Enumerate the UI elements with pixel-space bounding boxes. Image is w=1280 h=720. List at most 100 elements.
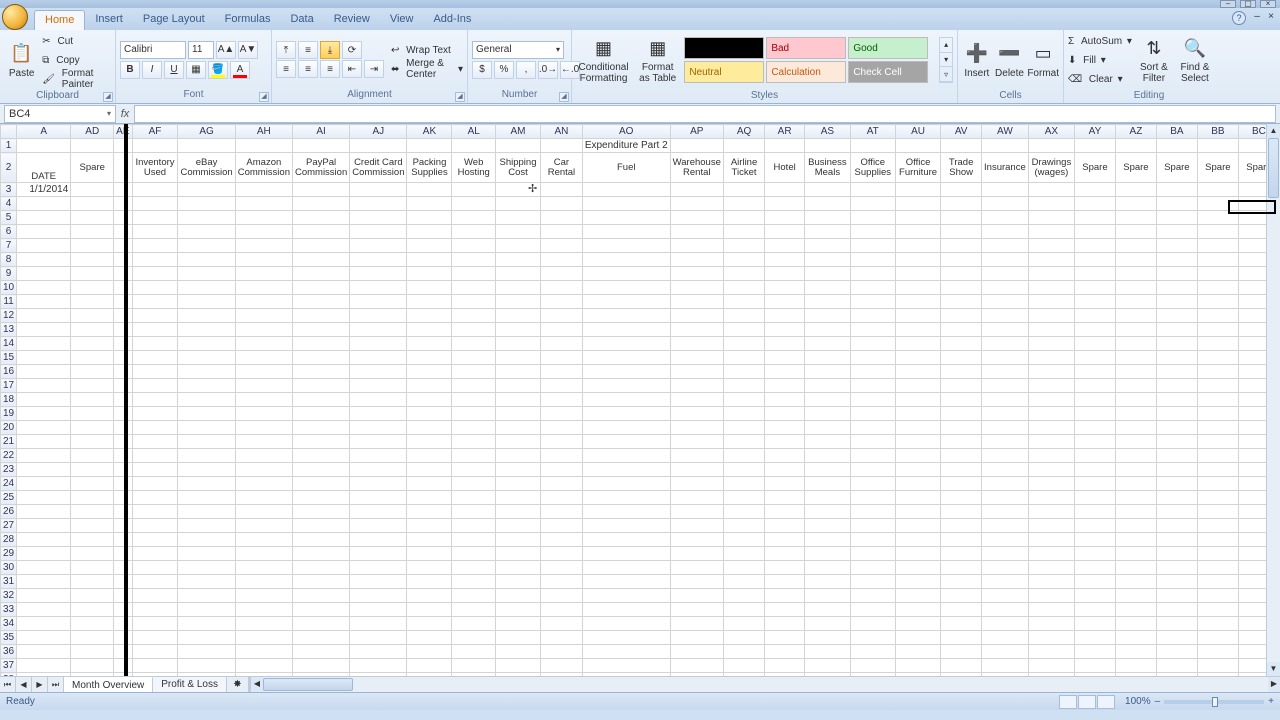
cell[interactable] <box>541 407 583 421</box>
cell[interactable] <box>895 365 941 379</box>
cell[interactable] <box>582 575 670 589</box>
cell[interactable] <box>765 449 805 463</box>
cell[interactable] <box>114 407 132 421</box>
row-header[interactable]: 37 <box>1 659 17 673</box>
row-header[interactable]: 36 <box>1 645 17 659</box>
cell[interactable] <box>114 645 132 659</box>
cell[interactable] <box>1156 183 1197 197</box>
cell[interactable] <box>850 533 895 547</box>
cell[interactable] <box>723 659 764 673</box>
cell[interactable] <box>235 519 292 533</box>
cell[interactable] <box>582 225 670 239</box>
cell[interactable] <box>1156 603 1197 617</box>
cell[interactable] <box>895 435 941 449</box>
cell[interactable] <box>1115 561 1156 575</box>
cell[interactable] <box>670 589 723 603</box>
cell[interactable] <box>17 673 71 677</box>
cell[interactable] <box>17 281 71 295</box>
zoom-out-button[interactable]: – <box>1155 696 1161 707</box>
cell[interactable] <box>1115 491 1156 505</box>
cell[interactable] <box>1197 449 1238 463</box>
cell[interactable] <box>71 351 114 365</box>
cell[interactable] <box>452 561 495 575</box>
cell[interactable] <box>850 659 895 673</box>
cell[interactable] <box>765 365 805 379</box>
cell[interactable] <box>1074 617 1115 631</box>
cell[interactable] <box>805 337 851 351</box>
cell[interactable] <box>292 617 349 631</box>
cell[interactable] <box>452 631 495 645</box>
cell[interactable] <box>407 281 452 295</box>
cell[interactable] <box>541 225 583 239</box>
cell[interactable]: Amazon Commission <box>235 153 292 183</box>
cell[interactable] <box>1115 645 1156 659</box>
cell[interactable] <box>941 533 982 547</box>
cell[interactable] <box>71 379 114 393</box>
cell[interactable] <box>1156 393 1197 407</box>
row-header[interactable]: 23 <box>1 463 17 477</box>
cell[interactable] <box>981 309 1028 323</box>
merge-center-button[interactable]: ⬌ Merge & Center ▾ <box>391 60 463 78</box>
cell[interactable] <box>723 239 764 253</box>
row-header[interactable]: 5 <box>1 211 17 225</box>
cell[interactable] <box>723 421 764 435</box>
cell[interactable] <box>1156 281 1197 295</box>
cell[interactable] <box>17 407 71 421</box>
cell[interactable] <box>350 211 407 225</box>
cell[interactable] <box>235 463 292 477</box>
cell[interactable] <box>350 435 407 449</box>
row-header[interactable]: 13 <box>1 323 17 337</box>
cell[interactable] <box>850 603 895 617</box>
cell[interactable] <box>132 603 178 617</box>
col-header[interactable]: AO <box>582 125 670 139</box>
cell[interactable] <box>895 477 941 491</box>
cell[interactable] <box>452 603 495 617</box>
sheet-tab-month-overview[interactable]: Month Overview <box>64 677 153 692</box>
cell[interactable] <box>452 379 495 393</box>
cell[interactable] <box>1156 463 1197 477</box>
cell[interactable] <box>941 449 982 463</box>
cell[interactable] <box>670 183 723 197</box>
cell[interactable] <box>582 337 670 351</box>
cell[interactable] <box>1197 463 1238 477</box>
cell[interactable] <box>114 617 132 631</box>
cell[interactable] <box>114 477 132 491</box>
cell[interactable] <box>178 547 235 561</box>
cell[interactable] <box>765 491 805 505</box>
cell[interactable] <box>235 295 292 309</box>
cell[interactable] <box>495 435 540 449</box>
help-button[interactable]: ? <box>1232 11 1246 25</box>
office-button[interactable] <box>2 4 28 30</box>
cell[interactable] <box>495 281 540 295</box>
cell[interactable] <box>178 365 235 379</box>
cell[interactable] <box>941 225 982 239</box>
cell[interactable] <box>895 491 941 505</box>
cell[interactable] <box>132 211 178 225</box>
cell[interactable] <box>350 139 407 153</box>
cell[interactable] <box>981 463 1028 477</box>
cell[interactable] <box>235 477 292 491</box>
cell[interactable]: Spare <box>1115 153 1156 183</box>
cell[interactable] <box>178 267 235 281</box>
alignment-launcher[interactable]: ◢ <box>455 92 465 102</box>
cell[interactable] <box>850 547 895 561</box>
cell[interactable] <box>1074 631 1115 645</box>
cell[interactable] <box>407 337 452 351</box>
cell[interactable] <box>1028 267 1074 281</box>
cell[interactable] <box>765 603 805 617</box>
accounting-button[interactable]: $ <box>472 61 492 79</box>
cell[interactable] <box>114 533 132 547</box>
cell[interactable] <box>292 139 349 153</box>
cell[interactable] <box>114 267 132 281</box>
cell[interactable] <box>582 589 670 603</box>
cell[interactable] <box>1156 407 1197 421</box>
cell[interactable] <box>350 365 407 379</box>
cell[interactable] <box>1156 253 1197 267</box>
cell[interactable] <box>941 491 982 505</box>
cell[interactable] <box>805 421 851 435</box>
cell[interactable] <box>235 631 292 645</box>
cell[interactable] <box>805 281 851 295</box>
cell[interactable] <box>541 617 583 631</box>
cell[interactable] <box>941 645 982 659</box>
cell[interactable] <box>495 575 540 589</box>
